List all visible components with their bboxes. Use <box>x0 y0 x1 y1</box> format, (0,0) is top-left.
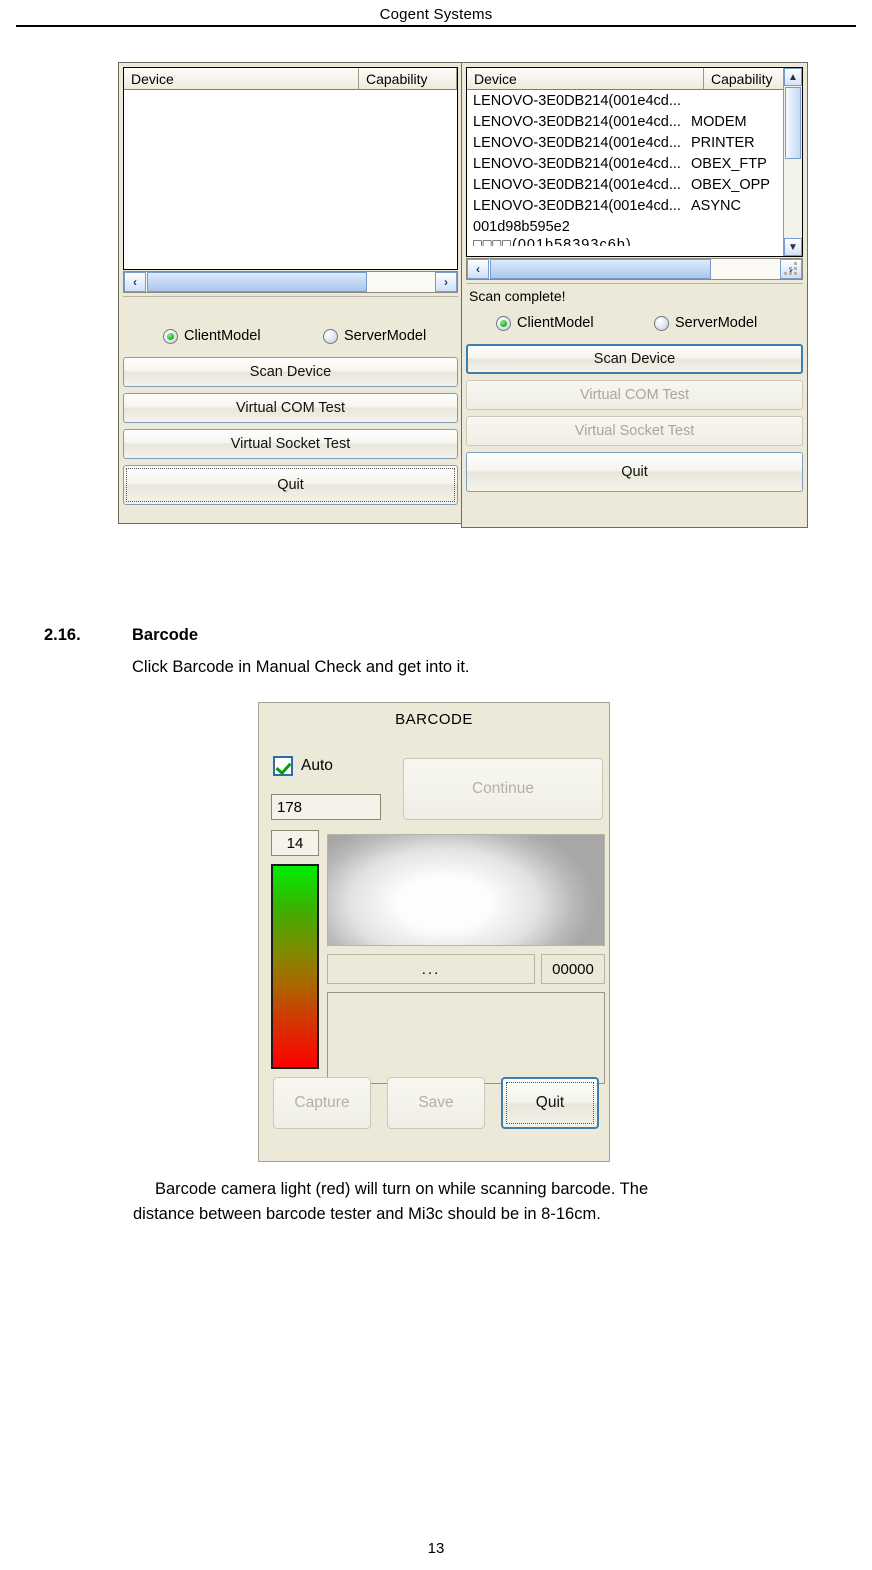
paragraph-line-1: Barcode camera light (red) will turn on … <box>155 1180 649 1198</box>
device-list-body-right: LENOVO-3E0DB214(001e4cd... LENOVO-3E0DB2… <box>467 90 802 247</box>
table-row[interactable]: LENOVO-3E0DB214(001e4cd... PRINTER <box>467 132 802 153</box>
quit-button-right[interactable]: Quit <box>466 452 803 492</box>
radio-label: ServerModel <box>675 315 758 331</box>
checkmark-icon <box>273 756 293 776</box>
device-list-header-left: Device Capability <box>124 68 457 90</box>
page-number: 13 <box>427 1540 445 1557</box>
scan-device-button-left[interactable]: Scan Device <box>123 357 458 387</box>
scroll-down-arrow-icon[interactable]: ▼ <box>784 238 802 256</box>
cell-capability: PRINTER <box>691 134 755 151</box>
device-list-right[interactable]: Device Capability LENOVO-3E0DB214(001e4c… <box>466 67 803 257</box>
page-header: Cogent Systems <box>0 0 872 28</box>
radio-label: ClientModel <box>517 315 594 331</box>
column-header-device[interactable]: Device <box>124 68 359 89</box>
cell-device: LENOVO-3E0DB214(001e4cd... <box>473 92 681 109</box>
barcode-top-row: Auto 178 Continue <box>259 728 609 824</box>
cell-device: 001d98b595e2 <box>473 218 570 235</box>
table-row[interactable]: LENOVO-3E0DB214(001e4cd... OBEX_FTP <box>467 153 802 174</box>
radio-servermodel-left[interactable]: ServerModel <box>323 328 426 344</box>
paragraph-line-2: distance between barcode tester and Mi3c… <box>133 1205 601 1223</box>
bluetooth-dialog-right: Device Capability LENOVO-3E0DB214(001e4c… <box>461 62 808 528</box>
header-divider <box>16 25 856 27</box>
level-value: 14 <box>271 830 319 856</box>
scroll-thumb-left[interactable] <box>147 272 367 292</box>
table-row[interactable]: LENOVO-3E0DB214(001e4cd... OBEX_OPP <box>467 174 802 195</box>
scroll-left-arrow-icon[interactable]: ‹ <box>124 272 146 292</box>
radio-label: ServerModel <box>344 328 427 344</box>
status-bar-left <box>123 296 458 321</box>
quit-button-left[interactable]: Quit <box>123 465 458 505</box>
vertical-scroll-thumb[interactable] <box>785 87 801 159</box>
table-row[interactable]: 001d98b595e2 <box>467 216 802 237</box>
scan-device-button-right[interactable]: Scan Device <box>466 344 803 374</box>
save-button: Save <box>387 1077 485 1129</box>
result-field: ... <box>327 954 535 984</box>
continue-button: Continue <box>403 758 603 820</box>
radio-dot-icon <box>654 315 669 331</box>
barcode-main-area: 14 ... 00000 <box>259 824 609 1094</box>
section-lead-text: Click Barcode in Manual Check and get in… <box>132 658 470 676</box>
column-header-device[interactable]: Device <box>467 68 704 89</box>
column-header-capability[interactable]: Capability <box>359 68 457 89</box>
virtual-socket-test-button-left[interactable]: Virtual Socket Test <box>123 429 458 459</box>
device-list-header-right: Device Capability <box>467 68 802 90</box>
body-paragraph: Barcode camera light (red) will turn on … <box>133 1177 855 1227</box>
header-title: Cogent Systems <box>379 5 493 23</box>
scroll-left-arrow-icon[interactable]: ‹ <box>467 259 489 279</box>
threshold-input[interactable]: 178 <box>271 794 381 820</box>
virtual-com-test-button-left[interactable]: Virtual COM Test <box>123 393 458 423</box>
table-row[interactable]: □□□□(001b58393c6b) <box>467 237 802 246</box>
capture-button: Capture <box>273 1077 371 1129</box>
cell-capability: MODEM <box>691 113 747 130</box>
bluetooth-dialog-left: Device Capability ‹ › ClientModel Server… <box>118 62 463 524</box>
table-row[interactable]: LENOVO-3E0DB214(001e4cd... ASYNC <box>467 195 802 216</box>
table-row[interactable]: LENOVO-3E0DB214(001e4cd... MODEM <box>467 111 802 132</box>
cell-device: LENOVO-3E0DB214(001e4cd... <box>473 134 681 151</box>
scroll-up-arrow-icon[interactable]: ▲ <box>784 68 802 86</box>
quit-button-barcode[interactable]: Quit <box>501 1077 599 1129</box>
cell-capability: OBEX_OPP <box>691 176 770 193</box>
bluetooth-dialogs-screenshot: Device Capability ‹ › ClientModel Server… <box>118 62 808 528</box>
radio-servermodel-right[interactable]: ServerModel <box>654 315 757 331</box>
cell-capability: ASYNC <box>691 197 741 214</box>
virtual-com-test-button-right: Virtual COM Test <box>466 380 803 410</box>
scroll-thumb-right[interactable] <box>490 259 712 279</box>
table-row[interactable]: LENOVO-3E0DB214(001e4cd... <box>467 90 802 111</box>
model-radio-group-right: ClientModel ServerModel <box>466 308 803 338</box>
signal-gradient-bar <box>271 864 319 1069</box>
horizontal-scrollbar-left[interactable]: ‹ › <box>123 271 458 293</box>
auto-checkbox[interactable]: Auto <box>273 756 333 776</box>
barcode-output-box <box>327 992 605 1084</box>
barcode-dialog-title: BARCODE <box>395 711 473 728</box>
cell-capability: OBEX_FTP <box>691 155 767 172</box>
radio-clientmodel-right[interactable]: ClientModel <box>496 315 654 331</box>
radio-dot-icon <box>323 328 338 344</box>
auto-checkbox-label: Auto <box>301 757 333 774</box>
resize-grip-icon[interactable] <box>784 261 800 277</box>
cell-device: LENOVO-3E0DB214(001e4cd... <box>473 113 681 130</box>
cell-device: LENOVO-3E0DB214(001e4cd... <box>473 197 681 214</box>
horizontal-scrollbar-right[interactable]: ‹ › <box>466 258 803 280</box>
barcode-dialog-screenshot: BARCODE Auto 178 Continue 14 ... 00000 C… <box>258 702 610 1162</box>
scroll-track-right[interactable] <box>489 259 780 279</box>
camera-preview <box>327 834 605 946</box>
section-number: 2.16. <box>44 626 81 644</box>
radio-dot-icon <box>496 315 511 331</box>
status-bar-right: Scan complete! <box>466 283 803 308</box>
barcode-button-row: Capture Save Quit <box>259 1077 609 1129</box>
virtual-socket-test-button-right: Virtual Socket Test <box>466 416 803 446</box>
section-title: Barcode <box>132 626 199 644</box>
cell-device: LENOVO-3E0DB214(001e4cd... <box>473 155 681 172</box>
radio-clientmodel-left[interactable]: ClientModel <box>163 328 323 344</box>
scroll-track-left[interactable] <box>146 272 435 292</box>
scroll-right-arrow-icon[interactable]: › <box>435 272 457 292</box>
radio-label: ClientModel <box>184 328 261 344</box>
cell-device: LENOVO-3E0DB214(001e4cd... <box>473 176 681 193</box>
counter-field: 00000 <box>541 954 605 984</box>
model-radio-group-left: ClientModel ServerModel <box>123 321 458 351</box>
device-list-left[interactable]: Device Capability <box>123 67 458 270</box>
radio-dot-icon <box>163 328 178 344</box>
cell-device: □□□□(001b58393c6b) <box>473 237 632 246</box>
vertical-scrollbar-right[interactable]: ▲ ▼ <box>783 68 802 256</box>
